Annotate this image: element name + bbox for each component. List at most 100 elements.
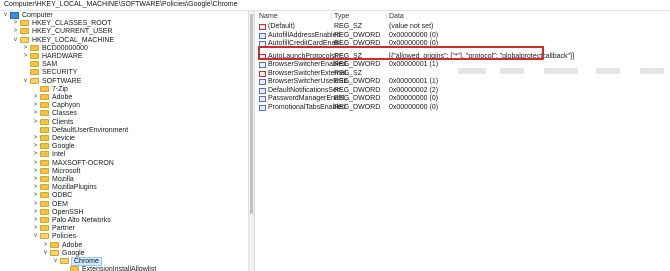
folder-icon	[70, 266, 79, 271]
folder-icon	[40, 217, 49, 223]
folder-icon	[40, 208, 49, 215]
value-type: REG_DWORD	[334, 103, 381, 111]
tree-item-label: Clients	[52, 118, 74, 126]
folder-open-icon	[20, 36, 29, 43]
column-header-data[interactable]: Data	[389, 11, 404, 22]
value-name: (Default)	[268, 23, 295, 30]
tree-item-label: OEM	[52, 200, 68, 208]
value-data: (value not set)	[389, 23, 434, 30]
tree-item-label: Partner	[52, 225, 75, 233]
list-item[interactable]: BrowserSwitcherUseIeSit... REG_DWORD 0x000…	[255, 78, 670, 86]
folder-icon	[30, 69, 39, 76]
value-type: REG_DWORD	[334, 61, 381, 68]
tree-item-label: Google	[52, 143, 75, 151]
folder-open-icon	[50, 249, 59, 256]
value-type: REG_DWORD	[334, 95, 381, 102]
tree-item-label: HKEY_LOCAL_MACHINE	[32, 36, 115, 44]
tree-item-label: Computer	[22, 12, 53, 19]
value-type: REG_DWORD	[334, 78, 381, 85]
value-data: 0x00000001 (1)	[389, 78, 439, 85]
binary-value-icon	[259, 79, 266, 85]
tree-item-label: 7-Zip	[52, 85, 68, 93]
redacted-text	[544, 68, 578, 74]
tree-item-label: Devicie	[52, 135, 75, 142]
value-type: REG_SZ	[334, 69, 363, 77]
chevron-down-icon[interactable]: v	[52, 257, 59, 266]
folder-icon	[40, 184, 49, 191]
address-bar[interactable]: Computer\HKEY_LOCAL_MACHINE\SOFTWARE\Pol…	[0, 0, 670, 11]
list-item[interactable]: DefaultNotificationsSett... REG_DWORD 0x00…	[255, 87, 670, 95]
tree-item-label: SECURITY	[42, 69, 78, 77]
folder-open-icon	[40, 233, 49, 240]
folder-icon	[40, 135, 49, 141]
address-path: Computer\HKEY_LOCAL_MACHINE\SOFTWARE\Pol…	[4, 1, 238, 8]
tree-item-label: SAM	[42, 61, 58, 69]
list-item[interactable]: AutofillAddressEnabled REG_DWORD 0x0000000…	[255, 32, 670, 40]
binary-value-icon	[259, 62, 266, 68]
tree-item-label: Google	[62, 249, 85, 257]
value-type: REG_DWORD	[334, 86, 381, 94]
tree-item-label: Caphyon	[52, 102, 81, 110]
chevron-down-icon[interactable]: v	[42, 249, 49, 258]
value-data: 0x00000000 (0)	[389, 31, 439, 39]
tree-item-label: ODBC	[52, 192, 73, 200]
folder-icon	[40, 94, 49, 100]
list-item[interactable]: PromotionalTabsEnabled REG_DWORD 0x0000000…	[255, 104, 670, 112]
tree-item-label: Intel	[52, 151, 66, 159]
tree-item-label: HKEY_CLASSES_ROOT	[32, 20, 112, 28]
value-name: AutofillAddressEnabled	[268, 31, 341, 39]
tree-scrollbar-thumb[interactable]	[250, 14, 253, 214]
folder-icon	[40, 118, 49, 125]
tree-item-label: Mozilla	[52, 176, 74, 183]
column-separator[interactable]	[386, 12, 387, 21]
value-data: 0x00000001 (1)	[389, 61, 439, 68]
column-separator[interactable]	[331, 12, 332, 21]
value-data: 0x00000000 (0)	[389, 103, 439, 111]
binary-value-icon	[259, 87, 266, 94]
string-value-icon	[259, 70, 266, 77]
tree-item-label: SOFTWARE	[42, 77, 82, 85]
redacted-text	[500, 68, 524, 74]
binary-value-icon	[259, 32, 266, 39]
value-data: 0x00000000 (0)	[389, 95, 439, 102]
folder-icon	[40, 225, 49, 232]
folder-open-icon	[60, 258, 69, 264]
value-type: REG_SZ	[334, 23, 363, 30]
tree-item-label: Chrome	[71, 257, 102, 266]
redacted-text	[458, 68, 486, 74]
list-item[interactable]: PasswordManagerEnabl... REG_DWORD 0x000000…	[255, 95, 670, 103]
binary-value-icon	[259, 96, 266, 102]
folder-icon	[30, 53, 39, 59]
tree-item-label: BCD00000000	[42, 44, 88, 52]
tree-item-label: HARDWARE	[42, 53, 83, 60]
tree-item-label: Adobe	[52, 94, 73, 101]
chevron-down-icon[interactable]: v	[2, 11, 9, 20]
folder-icon	[40, 85, 49, 92]
tree-item-label: Classes	[52, 110, 77, 118]
tree-item-label: Microsoft	[52, 167, 81, 175]
column-header-type[interactable]: Type	[334, 11, 349, 22]
tree-item-label: HKEY_CURRENT_USER	[32, 28, 113, 36]
column-header-name[interactable]: Name	[259, 11, 278, 22]
folder-icon	[40, 151, 49, 158]
redacted-text	[640, 68, 664, 74]
value-data: 0x00000002 (2)	[389, 86, 439, 94]
folder-icon	[20, 20, 29, 27]
list-item[interactable]: (Default) REG_SZ (value not set)	[255, 23, 670, 31]
registry-tree[interactable]: v Computer > HKEY_CLASSES_ROOT > HKEY_CURRENT…	[0, 11, 248, 271]
tree-item-label: Palo Alto Networks	[52, 217, 111, 224]
string-value-icon	[259, 24, 266, 30]
chevron-down-icon[interactable]: v	[32, 232, 39, 241]
folder-icon	[50, 241, 59, 248]
folder-icon	[40, 110, 49, 117]
redacted-text	[596, 68, 620, 74]
folder-icon	[40, 176, 49, 182]
tree-item-label: Policies	[52, 233, 77, 241]
tree-item-label: MAXSOFT-OCRON	[52, 159, 114, 167]
chevron-down-icon[interactable]: v	[12, 36, 19, 45]
folder-icon	[40, 102, 49, 109]
tree-item-label: DefaultUserEnvironment	[52, 126, 129, 134]
tree-item[interactable]: ExtensionInstallAllowlist	[62, 265, 156, 271]
chevron-down-icon[interactable]: v	[22, 77, 29, 86]
tree-item-label: Adobe	[62, 241, 83, 249]
